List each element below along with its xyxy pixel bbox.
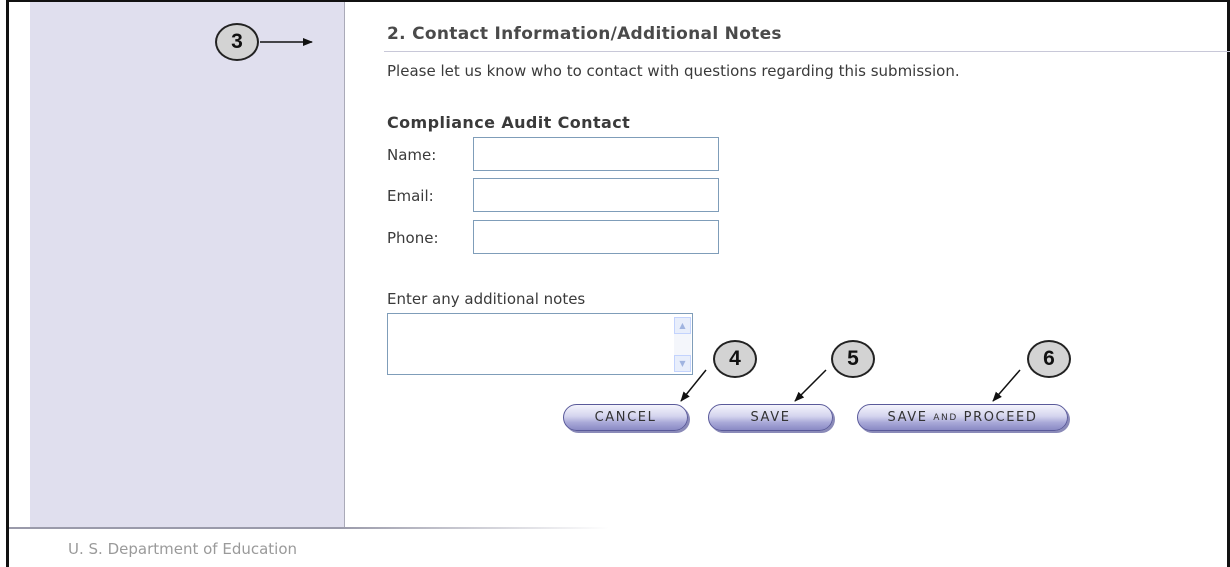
callout-5-arrow [794,369,827,402]
callout-5: 5 [831,340,875,378]
footer-text: U. S. Department of Education [68,540,298,558]
footer-divider [9,527,609,529]
callout-3: 3 [215,23,259,61]
callout-arrows [260,38,1021,402]
callout-4-arrow [680,369,707,402]
callout-6: 6 [1027,340,1071,378]
callout-6-arrow [992,369,1021,402]
callout-4: 4 [713,340,757,378]
